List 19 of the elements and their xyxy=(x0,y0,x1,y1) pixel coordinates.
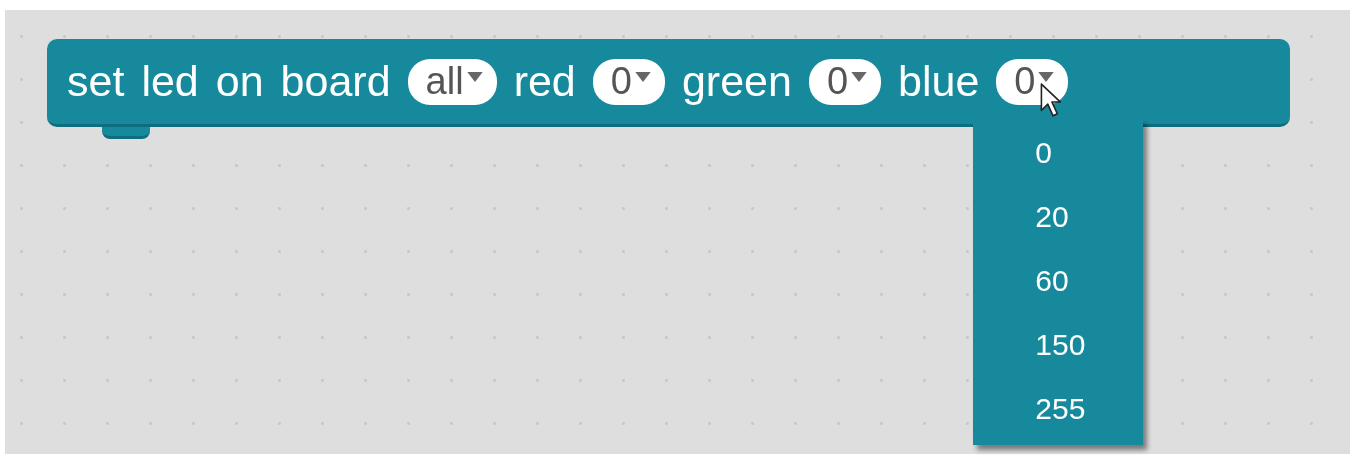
menu-option[interactable]: 255 xyxy=(973,376,1144,441)
block-label: red xyxy=(513,57,576,106)
block-label: set xyxy=(67,57,125,106)
block-label: board xyxy=(280,57,391,106)
block-label: blue xyxy=(898,57,980,106)
caret-icon xyxy=(851,72,868,83)
caret-icon xyxy=(466,72,483,83)
value-dropdown[interactable]: 0 xyxy=(808,58,882,105)
block-label: green xyxy=(681,57,792,106)
menu-option[interactable]: 60 xyxy=(973,248,1144,313)
value-dropdown[interactable]: 0 xyxy=(996,58,1069,105)
menu-option[interactable]: 0 xyxy=(973,120,1144,185)
caret-icon xyxy=(634,72,651,83)
menu-option[interactable]: 150 xyxy=(973,312,1144,377)
menu-option[interactable]: 20 xyxy=(973,184,1144,249)
value-dropdown[interactable]: all xyxy=(407,58,497,105)
block-label: led xyxy=(141,57,199,106)
value-dropdown[interactable]: 0 xyxy=(592,58,665,105)
block-label: on xyxy=(215,57,264,106)
